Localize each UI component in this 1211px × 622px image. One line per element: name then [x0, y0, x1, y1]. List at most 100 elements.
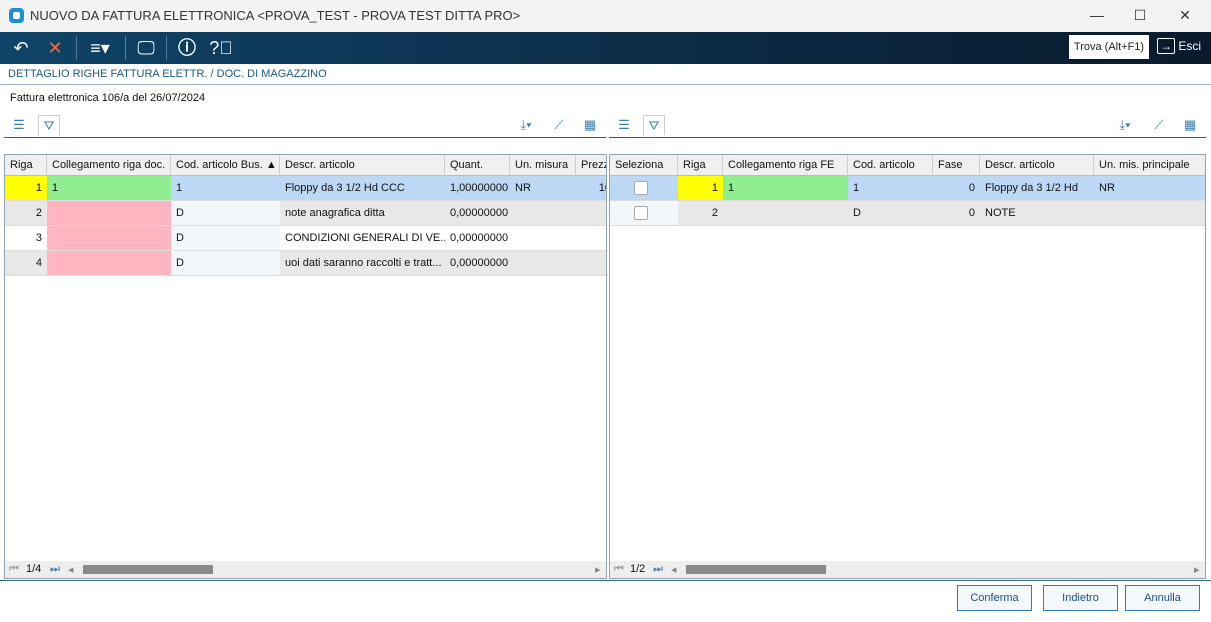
right-grid: ⏮ 1/2 ⏭ ◂ ▸ Seleziona Riga Collegamento ri…	[609, 154, 1206, 579]
scroll-right-icon[interactable]: ▸	[1194, 563, 1200, 576]
table-cell: 2	[35, 207, 42, 219]
select-checkbox[interactable]	[610, 201, 678, 225]
first-page-icon[interactable]: ⏮	[9, 563, 19, 576]
column-header[interactable]: Seleziona	[610, 155, 678, 176]
info-icon[interactable]: ⓘ	[174, 36, 200, 60]
chart-icon[interactable]: ⟋	[1148, 115, 1170, 135]
table-cell: 0,00000000	[450, 232, 509, 244]
column-header[interactable]: Descr. articolo	[980, 155, 1094, 176]
column-header[interactable]: Prezz	[576, 155, 606, 176]
exit-icon: →	[1157, 38, 1175, 54]
minimize-button[interactable]: —	[1077, 4, 1117, 26]
monitor-icon[interactable]: 🖵	[133, 36, 159, 60]
table-cell: NR	[515, 182, 531, 194]
table-cell: 10	[598, 182, 606, 194]
grid-icon[interactable]: ▦	[579, 115, 601, 135]
divider	[0, 580, 1211, 581]
column-header[interactable]: Riga	[5, 155, 47, 176]
filter-icon[interactable]: ⛛	[643, 115, 665, 135]
table-cell: 1	[678, 176, 723, 200]
column-header[interactable]: Collegamento riga doc.	[47, 155, 171, 176]
checkbox[interactable]	[634, 206, 648, 220]
menu-icon[interactable]: ≡▾	[84, 36, 116, 60]
table-cell	[576, 226, 606, 250]
main-toolbar: ↶ ✕ ≡▾ 🖵 ⓘ ?⃝	[0, 32, 1211, 64]
column-header[interactable]: Un. mis. principale	[1094, 155, 1205, 176]
horizontal-scrollbar[interactable]	[686, 565, 826, 574]
select-checkbox[interactable]	[610, 176, 678, 200]
column-header[interactable]: Un. misura	[510, 155, 576, 176]
table-cell: note anagrafica ditta	[285, 207, 385, 219]
horizontal-scrollbar[interactable]	[83, 565, 213, 574]
table-cell: CONDIZIONI GENERALI DI VE...	[285, 232, 445, 244]
last-page-icon[interactable]: ⏭	[50, 563, 60, 576]
grid-header: Riga Collegamento riga doc. Cod. articolo …	[5, 155, 606, 176]
table-cell: D	[171, 226, 280, 250]
column-header[interactable]: Cod. articolo Bus. ▲	[171, 155, 280, 176]
confirm-button[interactable]: Conferma	[957, 585, 1032, 611]
breadcrumb: DETTAGLIO RIGHE FATTURA ELETTR. / DOC. D…	[0, 64, 1211, 85]
separator	[166, 36, 167, 60]
window-title: NUOVO DA FATTURA ELETTRONICA <PROVA_TEST…	[30, 8, 521, 23]
table-cell	[1094, 201, 1205, 225]
table-cell	[510, 251, 576, 275]
column-header[interactable]: Collegamento riga FE	[723, 155, 848, 176]
list-icon[interactable]: ☰	[613, 115, 635, 135]
back-button[interactable]: Indietro	[1043, 585, 1118, 611]
table-row[interactable]: 111Floppy da 3 1/2 Hd CCC1,00000000NR10	[5, 176, 606, 201]
table-cell	[47, 226, 171, 250]
table-cell: NR	[1099, 182, 1115, 194]
separator	[76, 36, 77, 60]
scroll-right-icon[interactable]: ▸	[595, 563, 601, 576]
table-cell: 0	[968, 207, 975, 219]
column-header[interactable]: Descr. articolo	[280, 155, 445, 176]
maximize-button[interactable]: ☐	[1120, 4, 1160, 26]
table-row[interactable]: 2 D 0 NOTE	[610, 201, 1205, 226]
table-cell: NOTE	[985, 207, 1016, 219]
table-cell: Floppy da 3 1/2 Hd	[985, 182, 1078, 194]
table-cell	[723, 201, 848, 225]
undo-icon[interactable]: ↶	[8, 36, 34, 60]
column-header[interactable]: Riga	[678, 155, 723, 176]
last-page-icon[interactable]: ⏭	[653, 563, 663, 576]
first-page-icon[interactable]: ⏮	[614, 563, 624, 576]
table-row[interactable]: 4 Duoi dati saranno raccolti e tratt... 0,…	[5, 251, 606, 276]
separator	[125, 36, 126, 60]
table-row[interactable]: 1 1 1 0 Floppy da 3 1/2 Hd NR	[610, 176, 1205, 201]
grid-icon[interactable]: ▦	[1179, 115, 1201, 135]
delete-icon[interactable]: ✕	[42, 36, 68, 60]
scroll-left-icon[interactable]: ◂	[671, 563, 677, 576]
exit-button[interactable]: → Esci	[1157, 36, 1201, 56]
table-cell: 4	[35, 257, 42, 269]
page-indicator: 1/4	[26, 563, 42, 575]
download-icon[interactable]: ⤓▾	[512, 115, 540, 135]
table-cell: 1,00000000	[450, 182, 509, 194]
invoice-info: Fattura elettronica 106/a del 26/07/2024	[10, 92, 206, 104]
table-cell: D	[171, 251, 280, 275]
close-button[interactable]: ✕	[1165, 4, 1205, 26]
column-header[interactable]: Fase	[933, 155, 980, 176]
grid-header: Seleziona Riga Collegamento riga FE Cod. ar…	[610, 155, 1205, 176]
table-row[interactable]: 3 D CONDIZIONI GENERALI DI VE... 0,00000000	[5, 226, 606, 251]
find-button[interactable]: Trova (Alt+F1)	[1069, 35, 1149, 59]
download-icon[interactable]: ⤓▾	[1111, 115, 1139, 135]
filter-icon[interactable]: ⛛	[38, 115, 60, 135]
left-grid: ⏮ 1/4 ⏭ ◂ ▸ Riga Collegamento riga doc. Co…	[4, 154, 607, 579]
table-cell: 3	[35, 232, 42, 244]
table-cell: 1	[5, 176, 47, 200]
cancel-button[interactable]: Annulla	[1125, 585, 1200, 611]
table-cell: 1	[853, 182, 860, 194]
help-icon[interactable]: ?⃝	[208, 36, 234, 60]
table-cell: 0	[968, 182, 975, 194]
table-cell	[510, 201, 576, 225]
checkbox[interactable]	[634, 181, 648, 195]
table-cell: D	[853, 207, 861, 219]
list-icon[interactable]: ☰	[8, 115, 30, 135]
table-row[interactable]: 2 Dnote anagrafica ditta 0,00000000	[5, 201, 606, 226]
column-header[interactable]: Quant.	[445, 155, 510, 176]
table-cell: 2	[711, 207, 718, 219]
scroll-left-icon[interactable]: ◂	[68, 563, 74, 576]
chart-icon[interactable]: ⟋	[548, 115, 570, 135]
column-header[interactable]: Cod. articolo	[848, 155, 933, 176]
page-indicator: 1/2	[630, 563, 646, 575]
